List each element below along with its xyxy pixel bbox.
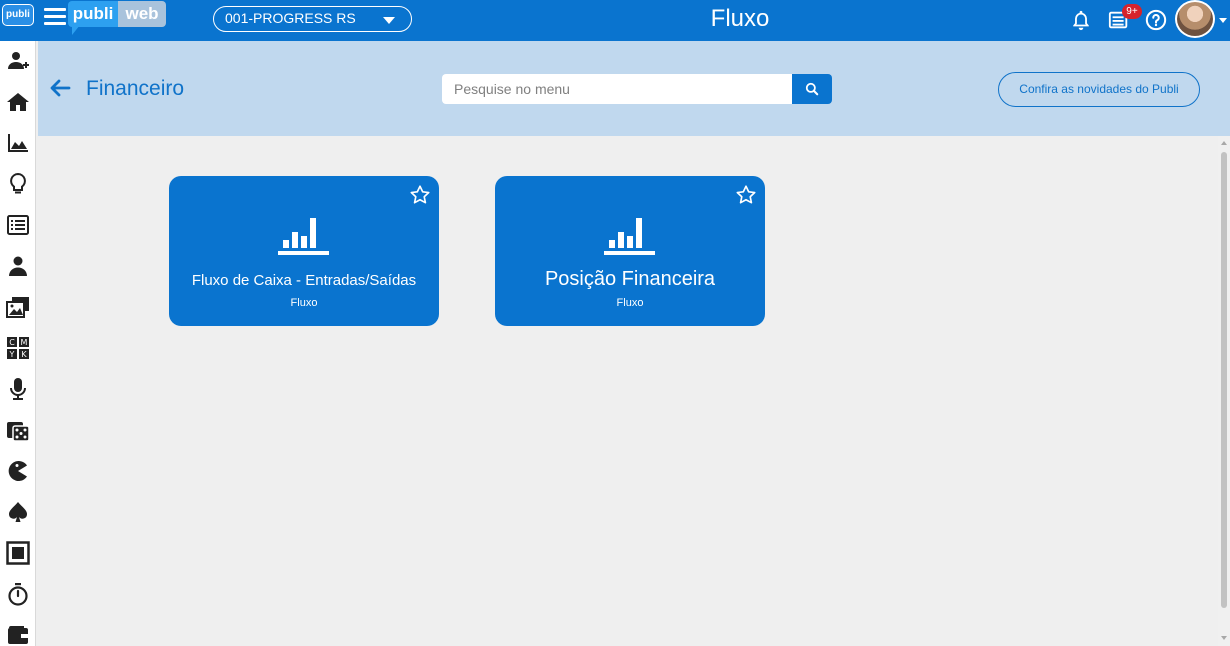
card-title: Posição Financeira: [544, 268, 716, 290]
card-fluxo-de-caixa[interactable]: Fluxo de Caixa - Entradas/Saídas Fluxo: [169, 176, 439, 326]
star-icon[interactable]: [409, 184, 431, 206]
section-title: Financeiro: [86, 77, 185, 100]
company-select-value: 001-PROGRESS RS: [225, 10, 356, 26]
card-posicao-financeira[interactable]: Posição Financeira Fluxo: [495, 176, 765, 326]
card-title: Fluxo de Caixa - Entradas/Saídas: [191, 272, 417, 289]
area-chart-icon[interactable]: [4, 129, 32, 157]
star-icon[interactable]: [735, 184, 757, 206]
dice-icon[interactable]: [4, 416, 32, 444]
user-avatar[interactable]: [1175, 0, 1215, 38]
images-icon[interactable]: [4, 293, 32, 321]
lightbulb-icon[interactable]: [4, 170, 32, 198]
scroll-up-arrow-icon[interactable]: [1221, 141, 1227, 145]
card-subtitle: Fluxo: [616, 297, 644, 309]
search-icon: [805, 82, 819, 96]
search-input[interactable]: [442, 74, 793, 104]
scroll-down-arrow-icon[interactable]: [1221, 636, 1227, 640]
help-icon[interactable]: [1145, 8, 1167, 32]
page-title: Fluxo: [710, 5, 770, 32]
bell-icon[interactable]: [1070, 8, 1092, 32]
sidebar: CMYK: [0, 41, 36, 646]
svg-text:Y: Y: [9, 350, 15, 359]
svg-text:M: M: [21, 338, 28, 347]
home-icon[interactable]: [4, 88, 32, 116]
svg-text:K: K: [21, 350, 27, 359]
cmyk-icon[interactable]: CMYK: [4, 334, 32, 362]
brand-tail: [72, 25, 80, 35]
avatar-chevron-down-icon[interactable]: [1219, 18, 1227, 23]
stop-icon[interactable]: [4, 539, 32, 567]
search-button[interactable]: [792, 74, 832, 104]
card-subtitle: Fluxo: [290, 297, 318, 309]
list-icon[interactable]: [4, 211, 32, 239]
pacman-icon[interactable]: [4, 457, 32, 485]
wallet-icon[interactable]: [4, 620, 32, 646]
microphone-icon[interactable]: [4, 375, 32, 403]
user-add-icon[interactable]: [4, 47, 32, 75]
notification-badge: 9+: [1122, 4, 1142, 19]
spade-icon[interactable]: [4, 498, 32, 526]
scroll-thumb[interactable]: [1221, 152, 1227, 608]
chevron-down-icon: [383, 17, 395, 24]
stopwatch-icon[interactable]: [4, 580, 32, 608]
bar-chart-icon: [603, 214, 657, 258]
brand-web: web: [118, 1, 166, 27]
hamburger-menu-icon[interactable]: [44, 8, 66, 28]
top-bar: publi publi web 001-PROGRESS RS Fluxo 9+: [0, 0, 1230, 41]
vertical-scrollbar[interactable]: [1218, 136, 1230, 646]
brand-publi: publi: [68, 1, 118, 27]
company-select[interactable]: 001-PROGRESS RS: [213, 6, 412, 32]
subheader: Financeiro Confira as novidades do Publi: [38, 41, 1230, 136]
user-icon[interactable]: [4, 252, 32, 280]
publi-logo[interactable]: publi: [2, 4, 34, 26]
bar-chart-icon: [277, 214, 331, 258]
back-arrow-icon[interactable]: [48, 76, 72, 100]
news-button[interactable]: Confira as novidades do Publi: [998, 72, 1200, 107]
svg-text:C: C: [9, 338, 15, 347]
search-bar: [442, 74, 832, 104]
